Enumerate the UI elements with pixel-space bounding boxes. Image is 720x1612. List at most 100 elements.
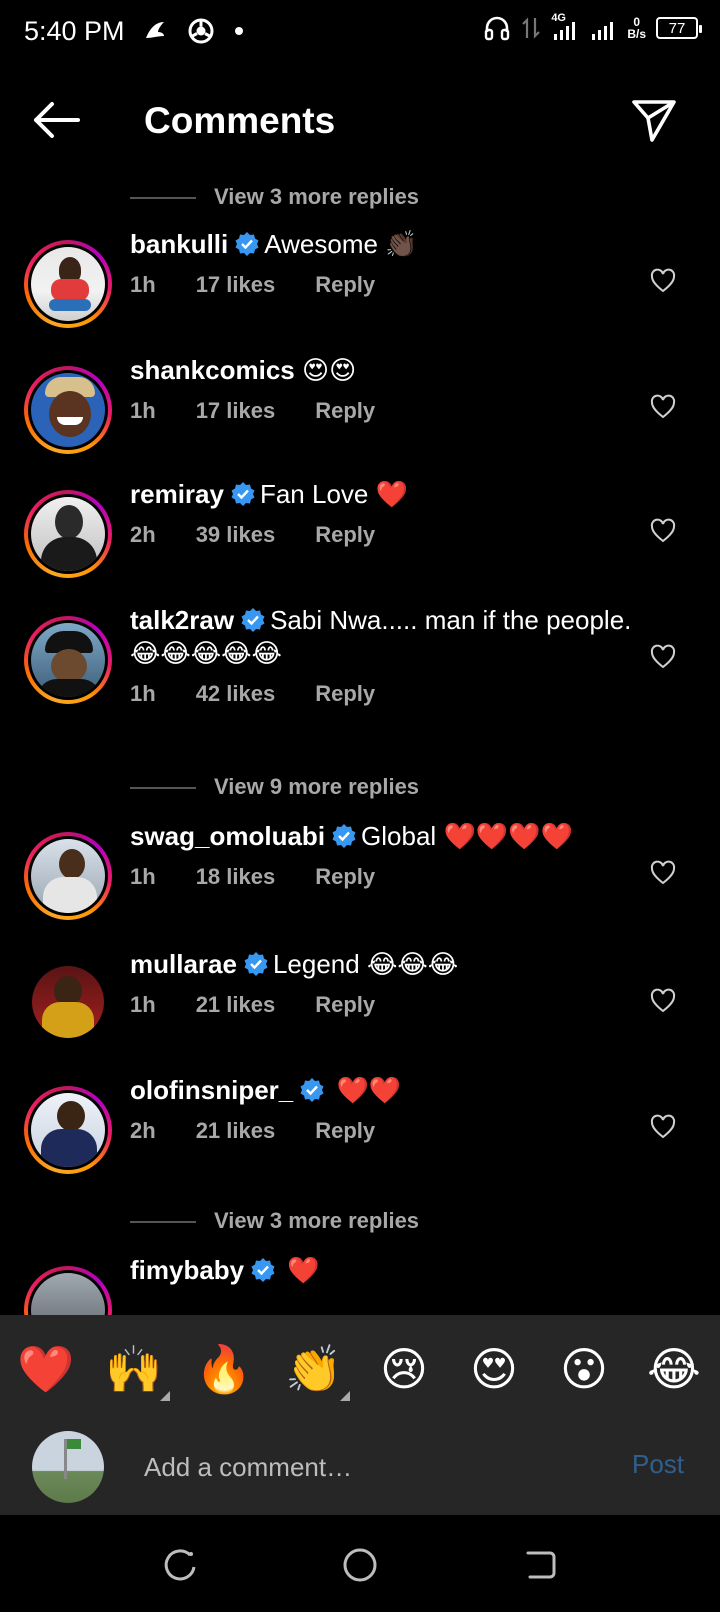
comment-likes[interactable]: 17 likes — [196, 398, 276, 424]
avatar — [31, 623, 105, 697]
status-right-icons: 4G 0 B/s 77 — [483, 12, 702, 42]
comment-likes[interactable]: 39 likes — [196, 522, 276, 548]
view-more-replies[interactable]: View 3 more replies — [0, 170, 720, 226]
comment-time: 1h — [130, 398, 156, 423]
avatar-story-ring[interactable] — [24, 1086, 112, 1174]
like-heart-icon[interactable] — [650, 268, 676, 294]
comment-username[interactable]: fimybaby — [130, 1255, 244, 1285]
status-bar: 5:40 PM 4G 0 B/s 77 — [0, 0, 720, 66]
post-button[interactable]: Post — [632, 1449, 684, 1480]
avatar-story-ring[interactable] — [24, 366, 112, 454]
emoji-raised-hands-button[interactable]: 🙌 — [104, 1339, 170, 1401]
send-icon[interactable] — [630, 96, 678, 144]
comment-body: shankcomics 😍😍 1h 17 likes Reply — [130, 354, 650, 424]
comment-body: swag_omoluabi Global ❤️❤️❤️❤️ 1h 18 likes… — [130, 820, 650, 890]
comment-item: remiray Fan Love ❤️ 2h 39 likes Reply — [0, 476, 720, 602]
comment-item: talk2raw Sabi Nwa..... man if the people.… — [0, 602, 720, 760]
reply-button[interactable]: Reply — [315, 398, 375, 424]
comment-emoji: ❤️❤️❤️❤️ — [443, 822, 573, 852]
comment-input[interactable] — [144, 1445, 584, 1489]
comment-time: 2h — [130, 522, 156, 547]
signal-strength-icon: 4G — [551, 12, 579, 42]
comment-likes[interactable]: 21 likes — [196, 992, 276, 1018]
comment-username[interactable]: talk2raw — [130, 605, 234, 635]
comment-item: shankcomics 😍😍 1h 17 likes Reply — [0, 352, 720, 476]
like-heart-icon[interactable] — [650, 988, 676, 1014]
like-heart-icon[interactable] — [650, 394, 676, 420]
recents-nav-icon[interactable] — [160, 1545, 200, 1585]
avatar-story-ring[interactable] — [24, 240, 112, 328]
reply-button[interactable]: Reply — [315, 992, 375, 1018]
comment-username[interactable]: bankulli — [130, 229, 228, 259]
emoji-surprised-button[interactable]: 😮 — [554, 1339, 614, 1399]
reply-button[interactable]: Reply — [315, 864, 375, 890]
view-more-replies[interactable]: View 9 more replies — [0, 760, 720, 818]
emoji-clap-button[interactable]: 👏 — [284, 1339, 350, 1401]
data-arrows-icon — [522, 17, 541, 39]
comment-item: mullarae Legend 😂😂😂 1h 21 likes Reply — [0, 946, 720, 1072]
comment-time: 2h — [130, 1118, 156, 1143]
comment-likes[interactable]: 42 likes — [196, 681, 276, 707]
emoji-heart-eyes-button[interactable]: 😍 — [464, 1339, 524, 1399]
comment-likes[interactable]: 17 likes — [196, 272, 276, 298]
avatar-story-ring[interactable] — [24, 1266, 112, 1315]
comment-emoji: 👏🏿 — [385, 230, 418, 260]
comment-username[interactable]: remiray — [130, 479, 224, 509]
comment-item: fimybaby ❤️ — [0, 1254, 720, 1315]
comments-list[interactable]: View 3 more replies bankulli Awesome 👏🏿 1… — [0, 170, 720, 1315]
back-nav-icon[interactable] — [520, 1545, 560, 1585]
signal-strength-2-icon — [592, 22, 614, 40]
view-more-replies-label[interactable]: View 9 more replies — [214, 774, 419, 800]
view-more-replies[interactable]: View 3 more replies — [0, 1194, 720, 1256]
comment-likes[interactable]: 21 likes — [196, 1118, 276, 1144]
avatar-story-ring[interactable] — [24, 832, 112, 920]
app-notification-icon — [146, 22, 164, 38]
comment-emoji: 😂😂😂 — [366, 950, 459, 980]
verified-badge-icon — [251, 1258, 275, 1282]
comment-emoji: ❤️ — [375, 480, 408, 510]
comment-item: swag_omoluabi Global ❤️❤️❤️❤️ 1h 18 likes… — [0, 818, 720, 946]
comment-item: olofinsniper_ ❤️❤️ 2h 21 likes Reply — [0, 1072, 720, 1194]
network-speed-unit: B/s — [627, 27, 646, 41]
status-time: 5:40 PM — [24, 16, 125, 46]
avatar — [31, 247, 105, 321]
back-arrow-icon[interactable] — [30, 98, 82, 142]
like-heart-icon[interactable] — [650, 1114, 676, 1140]
page-title: Comments — [144, 100, 336, 141]
avatar[interactable] — [32, 966, 104, 1038]
comment-text: Sabi Nwa..... man if the people. — [270, 605, 632, 635]
view-more-replies-label[interactable]: View 3 more replies — [214, 1208, 419, 1234]
verified-badge-icon — [244, 952, 268, 976]
battery-level: 77 — [668, 19, 686, 37]
comment-emoji: ❤️❤️ — [336, 1076, 402, 1106]
like-heart-icon[interactable] — [650, 518, 676, 544]
home-nav-icon[interactable] — [340, 1545, 380, 1585]
comment-likes[interactable]: 18 likes — [196, 864, 276, 890]
emoji-fire-button[interactable]: 🔥 — [194, 1339, 254, 1399]
reply-button[interactable]: Reply — [315, 681, 375, 707]
view-more-replies-label[interactable]: View 3 more replies — [214, 184, 419, 210]
comment-item: bankulli Awesome 👏🏿 1h 17 likes Reply — [0, 226, 720, 352]
emoji-heart-button[interactable]: ❤️ — [16, 1339, 76, 1399]
verified-badge-icon — [241, 608, 265, 632]
quick-emoji-tray: ❤️ 🙌 🔥 👏 😢 😍 😮 😂 — [0, 1315, 720, 1419]
avatar-story-ring[interactable] — [24, 490, 112, 578]
comment-username[interactable]: mullarae — [130, 949, 237, 979]
emoji-crying-button[interactable]: 😢 — [374, 1339, 434, 1399]
avatar-story-ring[interactable] — [24, 616, 112, 704]
comment-username[interactable]: shankcomics — [130, 355, 295, 385]
comment-username[interactable]: swag_omoluabi — [130, 821, 325, 851]
comment-body: fimybaby ❤️ — [130, 1254, 650, 1288]
comment-body: bankulli Awesome 👏🏿 1h 17 likes Reply — [130, 228, 650, 298]
like-heart-icon[interactable] — [650, 860, 676, 886]
emoji-raised-hands-glyph: 🙌 — [105, 1342, 163, 1396]
reply-button[interactable]: Reply — [315, 522, 375, 548]
avatar — [31, 497, 105, 571]
comment-username[interactable]: olofinsniper_ — [130, 1075, 293, 1105]
like-heart-icon[interactable] — [650, 644, 676, 670]
reply-button[interactable]: Reply — [315, 1118, 375, 1144]
reply-button[interactable]: Reply — [315, 272, 375, 298]
system-nav-bar — [0, 1515, 720, 1612]
dot-icon — [235, 27, 243, 35]
emoji-laughing-button[interactable]: 😂 — [644, 1339, 704, 1399]
